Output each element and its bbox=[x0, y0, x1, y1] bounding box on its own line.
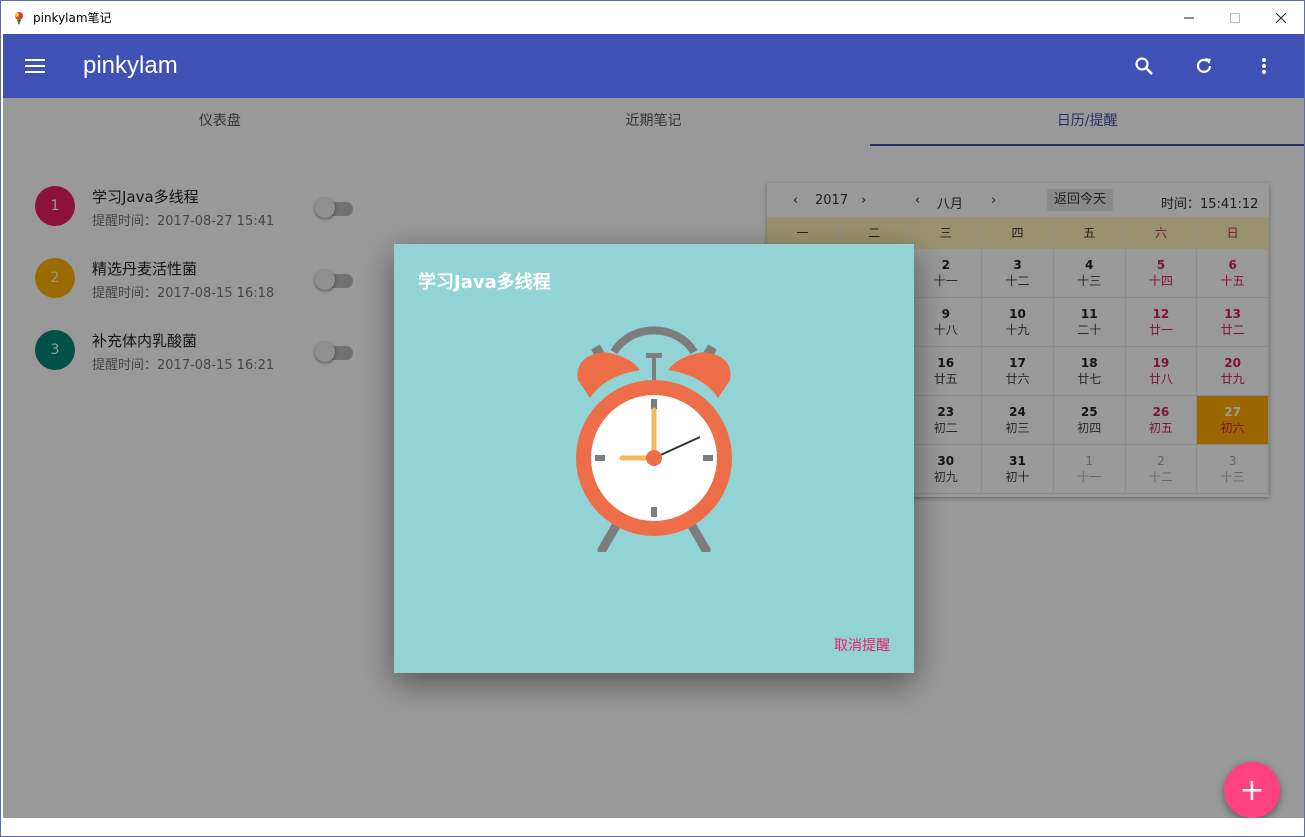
alarm-clock-icon bbox=[576, 326, 732, 552]
hamburger-menu-icon bbox=[25, 59, 45, 73]
reminder-dialog: 学习Java多线程 取消提醒 bbox=[394, 244, 914, 673]
app-logo-icon bbox=[15, 11, 23, 25]
refresh-icon bbox=[1196, 58, 1212, 73]
minimize-icon bbox=[1184, 17, 1194, 18]
window-title: pinkylam笔记 bbox=[33, 11, 112, 25]
window-bottom-strip bbox=[3, 818, 1304, 836]
cancel-reminder-button[interactable]: 取消提醒 bbox=[834, 635, 890, 655]
maximize-icon bbox=[1230, 12, 1240, 23]
window-titlebar: pinkylam笔记 bbox=[1, 1, 1304, 34]
menu-button[interactable] bbox=[3, 34, 67, 98]
refresh-button[interactable] bbox=[1174, 34, 1234, 98]
add-note-fab[interactable]: + bbox=[1224, 762, 1280, 818]
close-window-button[interactable] bbox=[1258, 1, 1304, 34]
app-window: pinkylam笔记 pinkylam 仪表盘 近期笔记 日历/提醒 1 学习J… bbox=[0, 0, 1305, 837]
maximize-button[interactable] bbox=[1212, 1, 1258, 34]
close-icon bbox=[1276, 12, 1286, 23]
app-bar: pinkylam bbox=[3, 34, 1304, 98]
app-title: pinkylam bbox=[83, 52, 178, 79]
search-button[interactable] bbox=[1114, 34, 1174, 98]
more-vert-icon bbox=[1262, 58, 1266, 74]
dialog-title: 学习Java多线程 bbox=[418, 272, 551, 293]
search-icon bbox=[1135, 57, 1153, 75]
more-options-button[interactable] bbox=[1234, 34, 1294, 98]
minimize-button[interactable] bbox=[1166, 1, 1212, 34]
